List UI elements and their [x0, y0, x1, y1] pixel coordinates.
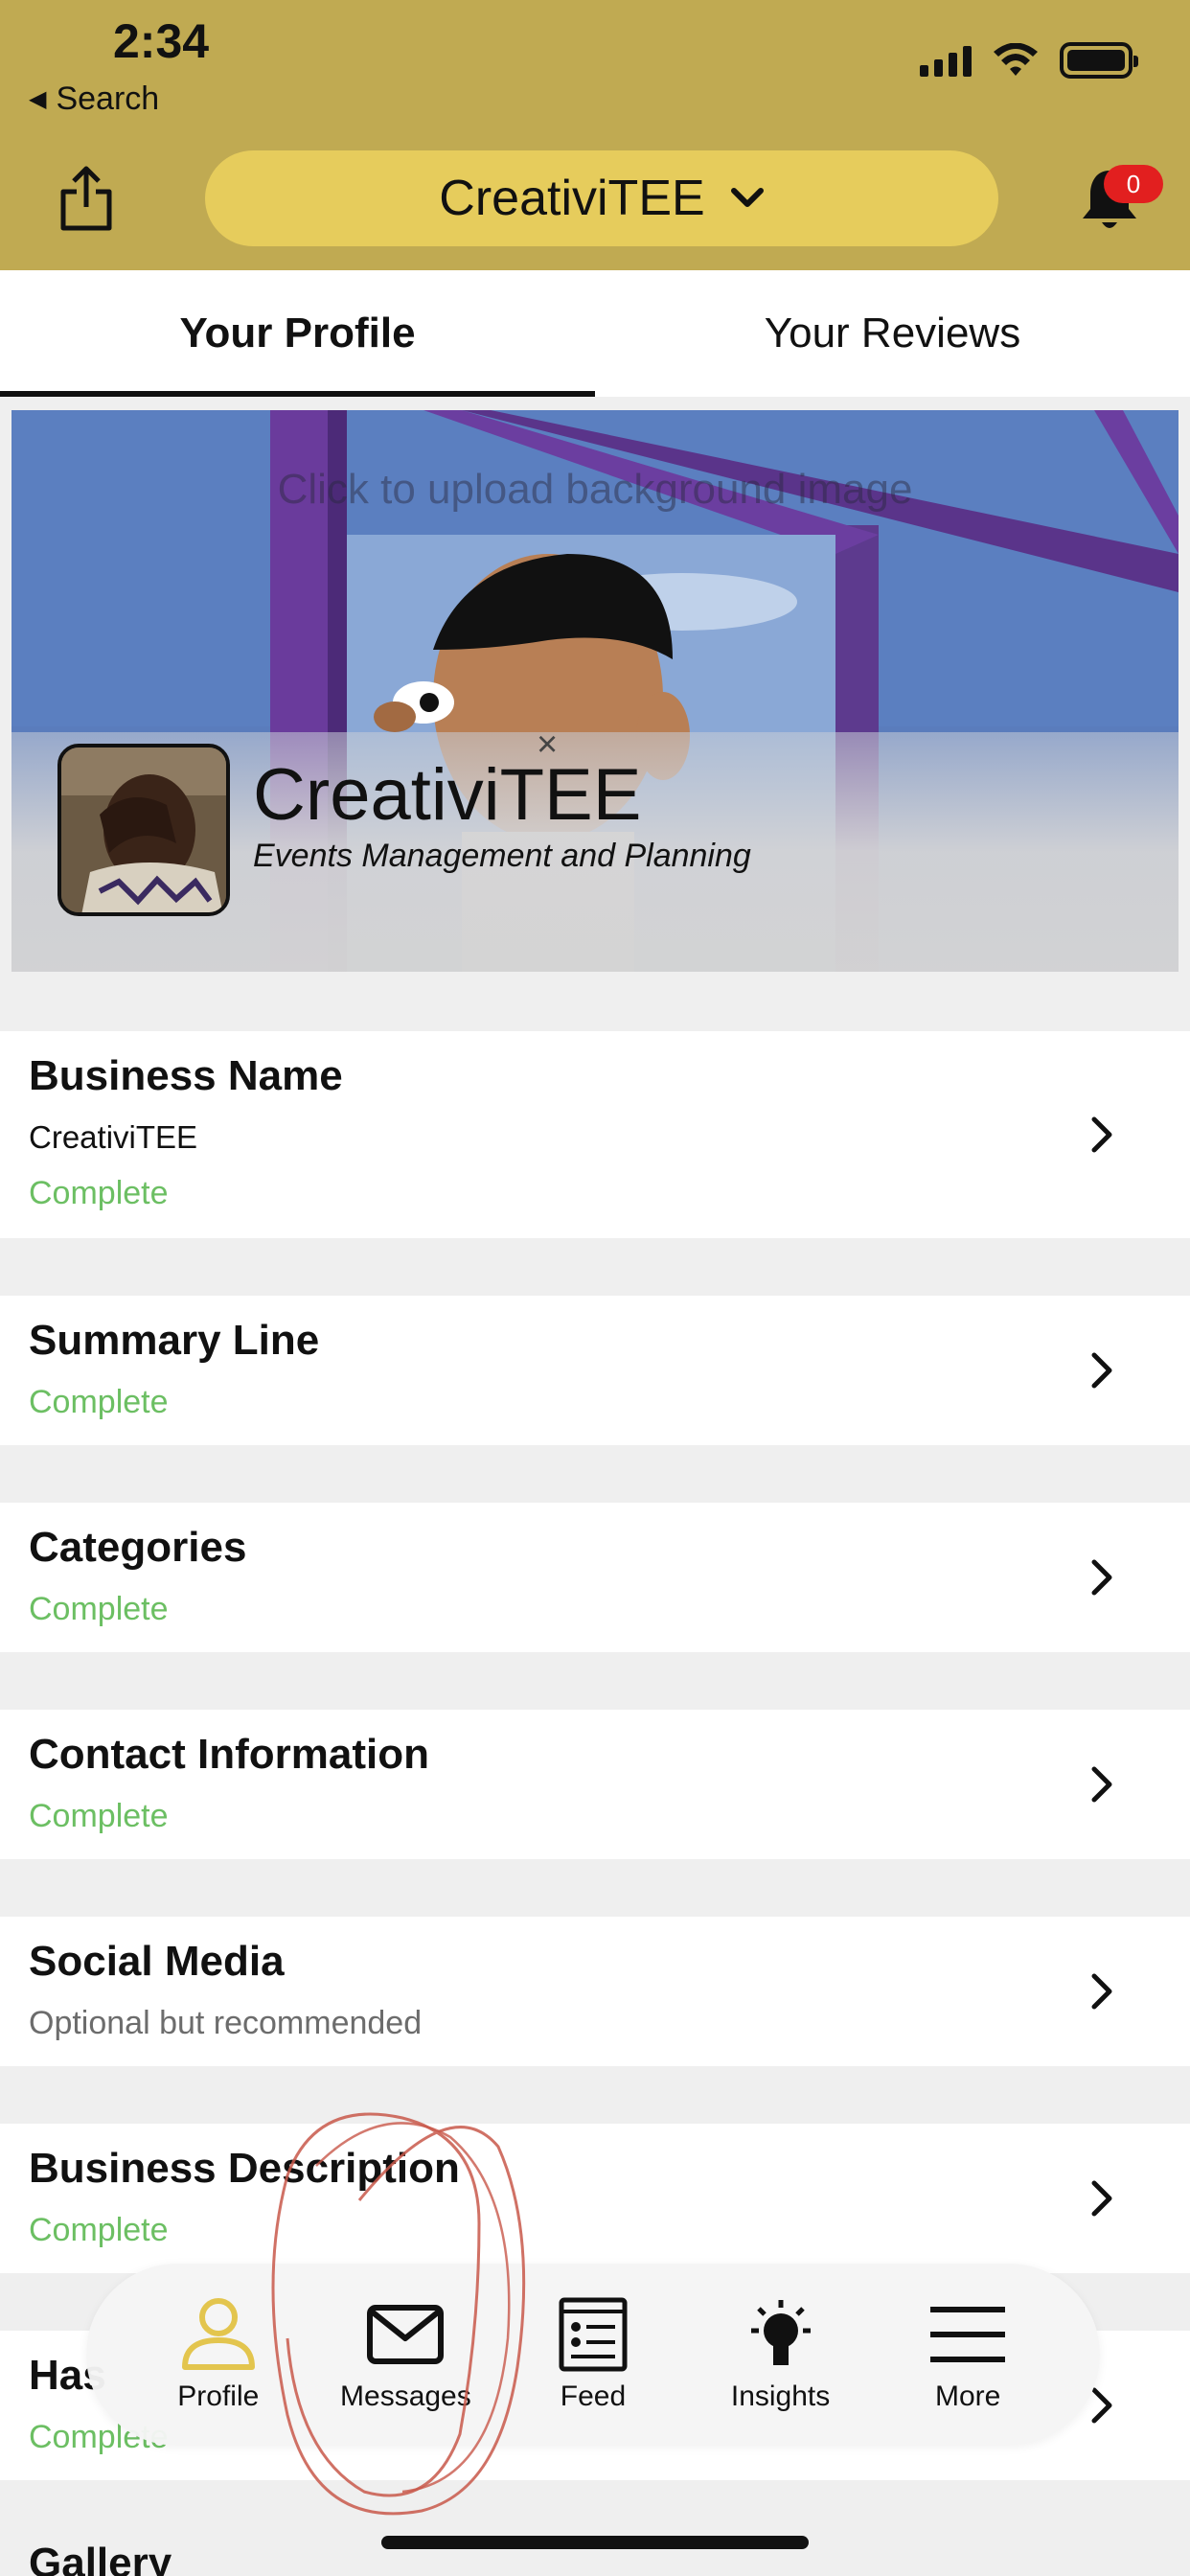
nav-more[interactable]: More [881, 2296, 1054, 2413]
item-status: Complete [29, 1175, 169, 1211]
profile-tabs: Your Profile Your Reviews [0, 270, 1190, 397]
back-arrow-icon: ◀ [29, 86, 47, 112]
nav-label: More [934, 2380, 1001, 2412]
profile-item-gallery[interactable]: Gallery [29, 2540, 172, 2576]
item-title: Summary Line [29, 1317, 320, 1364]
share-icon[interactable] [57, 165, 115, 232]
chevron-right-icon [1091, 2180, 1112, 2217]
chevron-right-icon [1091, 2387, 1112, 2424]
top-app-bar: 2:34 ◀ Search CreativiTEE 0 [0, 0, 1190, 270]
item-value: CreativiTEE [29, 1119, 198, 1155]
home-indicator [381, 2536, 809, 2549]
upload-background-hint[interactable]: Click to upload background image [11, 466, 1179, 514]
chevron-right-icon [1091, 1116, 1112, 1153]
envelope-icon [367, 2305, 445, 2364]
nav-insights[interactable]: Insights [695, 2296, 867, 2413]
nav-label: Profile [177, 2380, 260, 2412]
chevron-right-icon [1091, 1352, 1112, 1389]
item-status: Complete [29, 1591, 169, 1627]
profile-item-social-media[interactable]: Social Media Optional but recommended [0, 1917, 1190, 2066]
lightbulb-icon [750, 2300, 811, 2365]
menu-icon [930, 2307, 1006, 2362]
chevron-right-icon [1091, 1973, 1112, 2010]
profile-item-contact-information[interactable]: Contact Information Complete [0, 1710, 1190, 1859]
tab-your-profile[interactable]: Your Profile [0, 270, 595, 397]
tab-your-reviews[interactable]: Your Reviews [595, 270, 1190, 397]
item-title: Contact Information [29, 1731, 429, 1778]
banner-business-name: CreativiTEE [253, 754, 642, 836]
wifi-icon [994, 43, 1038, 76]
item-title: Business Description [29, 2145, 460, 2192]
nav-label: Messages [340, 2380, 471, 2412]
item-title: Categories [29, 1524, 247, 1571]
bottom-navigation: Profile Messages Feed Insights More [86, 2264, 1100, 2446]
profile-item-categories[interactable]: Categories Complete [0, 1503, 1190, 1652]
nav-messages[interactable]: Messages [319, 2296, 492, 2413]
business-selector-label: CreativiTEE [439, 171, 705, 226]
item-status: Complete [29, 1798, 169, 1834]
feed-icon [559, 2297, 628, 2372]
person-icon [181, 2298, 255, 2370]
status-icons [920, 42, 1138, 79]
profile-item-business-description[interactable]: Business Description Complete [0, 2124, 1190, 2273]
avatar-photo [61, 748, 226, 912]
item-status: Complete [29, 2212, 169, 2248]
chevron-right-icon [1091, 1766, 1112, 1803]
profile-item-summary-line[interactable]: Summary Line Complete [0, 1296, 1190, 1445]
banner-tagline: Events Management and Planning [253, 838, 751, 874]
back-to-search[interactable]: ◀ Search [29, 80, 159, 118]
profile-item-business-name[interactable]: Business Name CreativiTEE Complete [0, 1031, 1190, 1238]
business-selector[interactable]: CreativiTEE [205, 150, 998, 246]
item-title: Social Media [29, 1938, 285, 1985]
nav-label: Insights [730, 2380, 831, 2412]
item-status: Complete [29, 1384, 169, 1420]
profile-banner[interactable]: Click to upload background image × Creat… [11, 410, 1179, 972]
business-avatar[interactable] [57, 744, 230, 916]
battery-icon [1060, 42, 1138, 79]
cellular-signal-icon [920, 44, 972, 77]
nav-label: Feed [560, 2380, 627, 2412]
chevron-down-icon [730, 188, 764, 207]
status-time: 2:34 [113, 14, 210, 68]
chevron-right-icon [1091, 1559, 1112, 1596]
item-status: Optional but recommended [29, 2005, 423, 2041]
item-title: Business Name [29, 1052, 343, 1099]
notification-badge: 0 [1104, 165, 1163, 203]
nav-profile[interactable]: Profile [132, 2296, 305, 2413]
nav-feed[interactable]: Feed [507, 2296, 679, 2413]
back-label: Search [56, 80, 160, 117]
